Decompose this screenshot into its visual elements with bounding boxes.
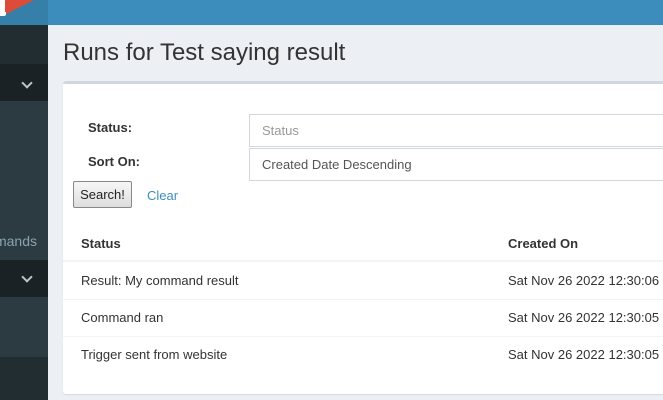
sidebar-item-collapsible-1[interactable] [0,64,48,101]
search-button[interactable]: Search! [73,181,132,208]
status-cell: Trigger sent from website [81,347,228,362]
created-on-cell: Sat Nov 26 2022 12:30:05 G [508,310,663,325]
chevron-down-icon [21,271,33,283]
sidebar: mands [0,25,48,400]
chevron-down-icon [21,77,33,89]
page-title: Runs for Test saying result [63,39,346,66]
status-cell: Command ran [81,310,164,325]
content-header: Runs for Test saying result [63,39,345,67]
runs-box: Status: Status Sort On: Created Date Des… [63,81,663,394]
table-row[interactable]: Result: My command result Sat Nov 26 202… [63,262,663,299]
top-navbar [0,0,663,25]
table-row[interactable]: Trigger sent from website Sat Nov 26 202… [63,336,663,373]
status-select[interactable]: Status [249,114,663,147]
status-label: Status: [88,120,133,135]
logo-triangle [6,0,34,14]
sidebar-submenu-2 [0,297,48,357]
created-on-cell: Sat Nov 26 2022 12:30:06 G [508,273,663,288]
status-cell: Result: My command result [81,273,239,288]
sidebar-item-label[interactable]: mands [0,233,37,249]
sort-label: Sort On: [88,154,140,169]
sidebar-item-collapsible-2[interactable] [0,260,48,297]
column-header-created-on: Created On [508,236,579,251]
created-on-cell: Sat Nov 26 2022 12:30:05 G [508,347,663,362]
sort-select[interactable]: Created Date Descending [249,148,663,181]
table-row[interactable]: Command ran Sat Nov 26 2022 12:30:05 G [63,299,663,336]
clear-link[interactable]: Clear [147,188,178,203]
brand-logo[interactable] [0,0,48,25]
column-header-status: Status [81,236,121,251]
